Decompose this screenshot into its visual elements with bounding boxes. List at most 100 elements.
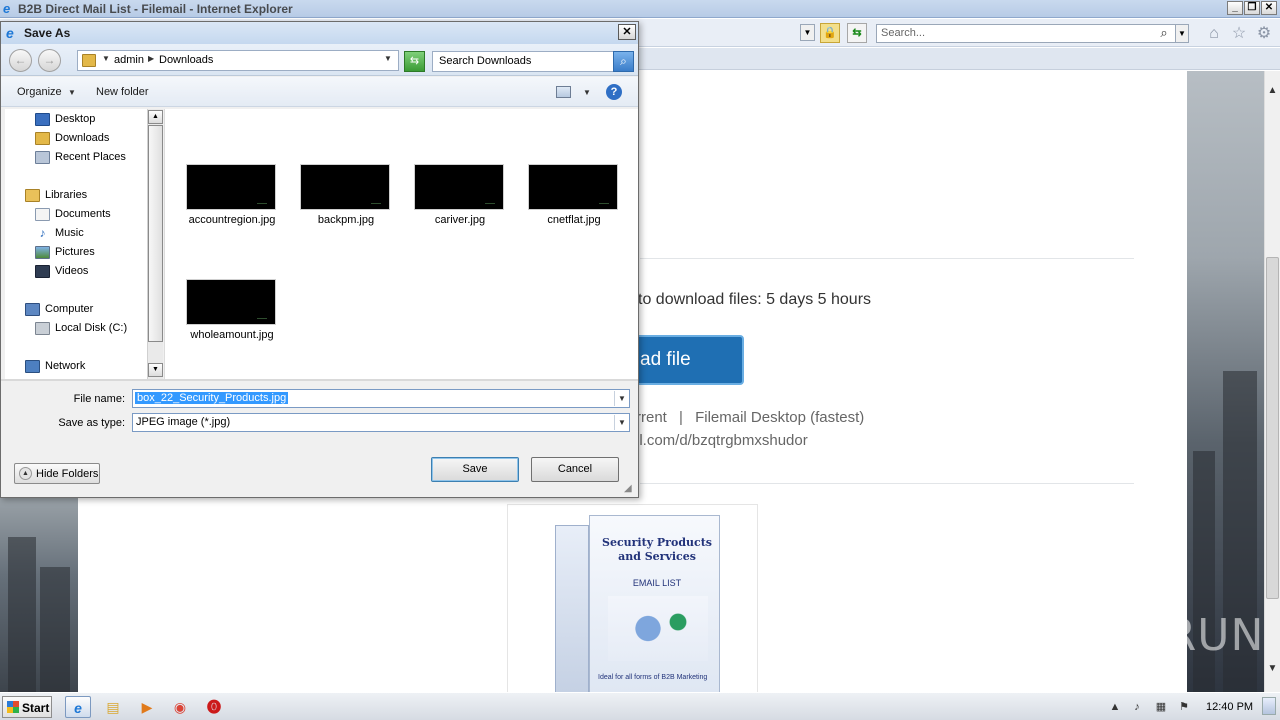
- product-box-image: Security Products and Services EMAIL LIS…: [555, 515, 720, 693]
- file-name: backpm.jpg: [317, 214, 375, 226]
- nav-label: Desktop: [55, 113, 96, 125]
- back-arrow-icon[interactable]: ←: [9, 49, 32, 72]
- media-player-taskbar-icon[interactable]: ▶: [134, 696, 160, 718]
- windows-logo-icon: [7, 701, 19, 713]
- file-item[interactable]: wholeamount.jpg: [178, 279, 278, 359]
- background-city-image-right: [1187, 71, 1264, 692]
- save-as-type-label: Save as type:: [58, 417, 125, 429]
- hide-folders-label: Hide Folders: [36, 468, 99, 480]
- close-window-button[interactable]: ✕: [1261, 1, 1277, 15]
- dialog-close-button[interactable]: ✕: [618, 24, 636, 40]
- pane-divider: [1, 379, 638, 381]
- breadcrumb-admin[interactable]: admin: [114, 54, 144, 66]
- cancel-button[interactable]: Cancel: [531, 457, 619, 482]
- gear-icon[interactable]: ⚙: [1255, 25, 1273, 43]
- opera-taskbar-icon[interactable]: ⓿: [201, 696, 227, 718]
- view-dropdown-icon[interactable]: ▼: [583, 88, 591, 97]
- favorites-icon[interactable]: ☆: [1230, 25, 1248, 43]
- dialog-command-bar: Organize ▼ New folder ▼ ?: [1, 77, 638, 107]
- divider: [640, 483, 1134, 484]
- nav-scroll-thumb[interactable]: [148, 125, 163, 342]
- image-thumbnail: [186, 164, 276, 210]
- file-item[interactable]: cariver.jpg: [406, 164, 506, 244]
- image-thumbnail: [414, 164, 504, 210]
- breadcrumb-chevron-icon[interactable]: ▶: [148, 54, 154, 63]
- nav-label: Recent Places: [55, 151, 126, 163]
- organize-button[interactable]: Organize: [17, 86, 62, 98]
- organize-dropdown-icon[interactable]: ▼: [68, 88, 76, 97]
- nav-label: Computer: [45, 303, 94, 315]
- save-as-dialog: e Save As ✕ ← → ▼ admin ▶ Downloads ▼ ⇆ …: [0, 21, 639, 498]
- product-subtitle: EMAIL LIST: [632, 578, 682, 588]
- change-view-icon[interactable]: [556, 86, 571, 98]
- downloads-folder-icon: [35, 132, 50, 145]
- search-icon[interactable]: ⌕: [613, 51, 634, 72]
- pictures-icon: [35, 246, 50, 259]
- nav-label: Local Disk (C:): [55, 322, 128, 334]
- file-name-dropdown-icon[interactable]: ▼: [614, 391, 629, 406]
- start-button[interactable]: Start: [2, 696, 52, 718]
- save-button[interactable]: Save: [431, 457, 519, 482]
- background-city-image-left: [0, 497, 78, 692]
- resize-grip-icon[interactable]: ◢: [624, 483, 636, 495]
- file-name-input[interactable]: box_22_Security_Products.jpg ▼: [132, 389, 630, 408]
- nav-pane-scrollbar[interactable]: ▲ ▼: [147, 109, 163, 379]
- show-desktop-button[interactable]: [1262, 697, 1276, 715]
- action-center-flag-icon[interactable]: ⚑: [1177, 700, 1191, 714]
- filemail-desktop-link[interactable]: Filemail Desktop (fastest): [695, 409, 864, 426]
- scroll-down-icon[interactable]: ▼: [148, 363, 163, 377]
- breadcrumb-downloads[interactable]: Downloads: [159, 54, 213, 66]
- nav-label: Videos: [55, 265, 89, 277]
- page-scrollbar[interactable]: ▲ ▼: [1264, 71, 1280, 692]
- dialog-title: Save As: [24, 26, 71, 40]
- torrent-link[interactable]: rrent: [636, 409, 667, 426]
- taskbar: Start e ▤ ▶ ◉ ⓿ ▲ ♪ ▦ ⚑ 12:40 PM: [0, 692, 1280, 720]
- hide-folders-button[interactable]: ▲ Hide Folders: [14, 463, 100, 484]
- libraries-icon: [25, 189, 40, 202]
- network-tray-icon[interactable]: ▦: [1154, 700, 1168, 714]
- music-icon: ♪: [35, 227, 50, 240]
- folder-icon: [82, 54, 96, 67]
- file-name: wholeamount.jpg: [190, 329, 274, 341]
- file-item[interactable]: accountregion.jpg: [178, 164, 278, 244]
- volume-icon[interactable]: ♪: [1130, 700, 1144, 714]
- tray-expand-icon[interactable]: ▲: [1108, 700, 1122, 714]
- scroll-up-icon[interactable]: ▲: [148, 110, 163, 124]
- start-label: Start: [22, 701, 50, 715]
- file-item[interactable]: backpm.jpg: [292, 164, 392, 244]
- address-dropdown-icon[interactable]: ▼: [800, 24, 815, 41]
- scroll-up-icon[interactable]: ▲: [1265, 85, 1280, 100]
- new-folder-button[interactable]: New folder: [96, 86, 149, 98]
- file-item[interactable]: cnetflat.jpg: [520, 164, 620, 244]
- disk-icon: [35, 322, 50, 335]
- breadcrumb-dropdown-icon[interactable]: ▼: [384, 54, 392, 63]
- scroll-down-icon[interactable]: ▼: [1265, 663, 1280, 678]
- internet-explorer-taskbar-icon[interactable]: e: [65, 696, 91, 718]
- breadcrumb-chevron-icon[interactable]: ▼: [102, 54, 110, 63]
- breadcrumb[interactable]: ▼ admin ▶ Downloads ▼: [77, 50, 399, 71]
- home-icon[interactable]: ⌂: [1205, 25, 1223, 43]
- page-scroll-thumb[interactable]: [1266, 257, 1279, 599]
- refresh-folder-icon[interactable]: ⇆: [404, 51, 425, 72]
- refresh-icon[interactable]: ⇆: [847, 23, 867, 43]
- search-downloads-input[interactable]: Search Downloads: [432, 51, 614, 72]
- product-illustration: [608, 596, 708, 661]
- save-as-type-dropdown-icon[interactable]: ▼: [614, 415, 629, 430]
- lock-icon[interactable]: 🔒: [820, 23, 840, 43]
- search-icon[interactable]: ⌕: [1156, 24, 1172, 42]
- recent-places-icon: [35, 151, 50, 164]
- save-as-type-select[interactable]: JPEG image (*.jpg) ▼: [132, 413, 630, 432]
- forward-arrow-icon[interactable]: →: [38, 49, 61, 72]
- minimize-button[interactable]: _: [1227, 1, 1243, 15]
- maximize-button[interactable]: ❐: [1244, 1, 1260, 15]
- chrome-taskbar-icon[interactable]: ◉: [167, 696, 193, 718]
- search-dropdown-icon[interactable]: ▼: [1175, 24, 1189, 43]
- clock[interactable]: 12:40 PM: [1206, 701, 1253, 713]
- file-name-value: box_22_Security_Products.jpg: [135, 392, 289, 404]
- share-url[interactable]: il.com/d/bzqtrgbmxshudor: [636, 432, 808, 449]
- help-icon[interactable]: ?: [606, 84, 622, 100]
- anyrun-watermark: ANY▷RUN: [1038, 610, 1265, 661]
- expiry-text: to download files: 5 days 5 hours: [638, 291, 872, 308]
- file-explorer-taskbar-icon[interactable]: ▤: [100, 696, 126, 718]
- ie-search-input[interactable]: Search...: [876, 24, 1176, 43]
